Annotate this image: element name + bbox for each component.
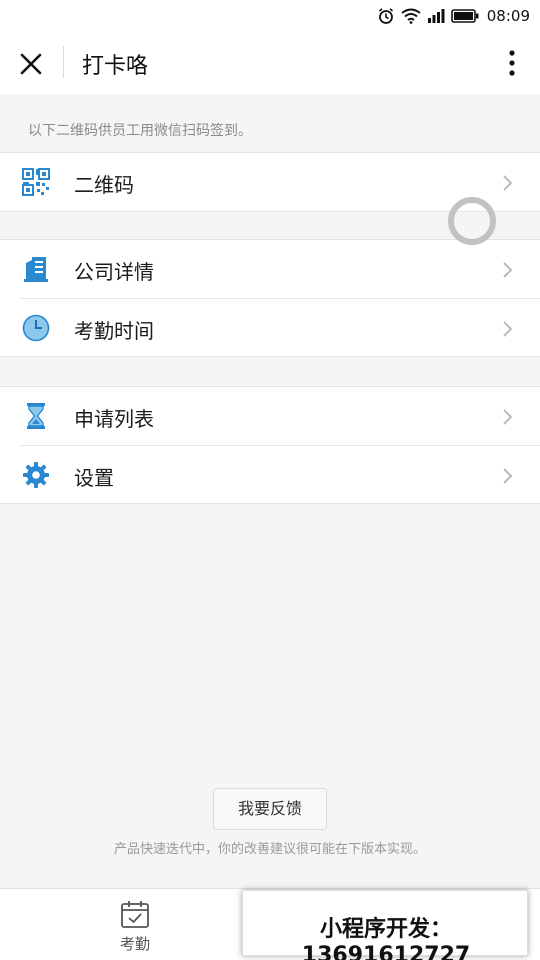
menu-item-label: 设置 (74, 466, 114, 490)
feedback-note: 产品快速迭代中，你的改善建议很可能在下版本实现。 (113, 842, 426, 857)
chevron-right-icon (503, 409, 513, 425)
promo-banner: 小程序开发：13691612727 (242, 890, 528, 960)
menu-item-attendance-time[interactable]: 考勤时间 (20, 298, 540, 356)
status-bar: 08:09 (0, 0, 540, 32)
alarm-icon (378, 8, 393, 24)
menu-group-applications: 申请列表 设置 (0, 386, 540, 504)
more-vertical-icon (509, 50, 515, 76)
clock-icon (22, 314, 50, 342)
app-header: 打卡咯 (0, 32, 540, 94)
chevron-right-icon (503, 321, 513, 337)
menu-item-company-details[interactable]: 公司详情 (0, 240, 540, 298)
loading-spinner (448, 197, 496, 245)
menu-item-settings[interactable]: 设置 (20, 445, 540, 503)
page-title: 打卡咯 (82, 54, 149, 79)
promo-text: 小程序开发：13691612727 (301, 917, 471, 960)
gear-icon (23, 462, 49, 488)
tab-label: 考勤 (119, 935, 150, 953)
qr-code-icon (22, 168, 50, 196)
menu-item-application-list[interactable]: 申请列表 (0, 387, 540, 445)
close-button[interactable] (16, 49, 46, 79)
more-menu-button[interactable] (502, 48, 522, 78)
status-time: 08:09 (486, 7, 530, 25)
hourglass-icon (27, 403, 45, 429)
signal-icon (427, 9, 445, 23)
chevron-right-icon (503, 175, 513, 191)
qr-tip-text: 以下二维码供员工用微信扫码签到。 (28, 123, 252, 139)
feedback-button[interactable]: 我要反馈 (213, 788, 327, 830)
status-icons: 08:09 (377, 6, 530, 26)
wifi-icon (401, 8, 421, 24)
menu-group-company: 公司详情 考勤时间 (0, 239, 540, 357)
menu-item-label: 二维码 (74, 173, 134, 197)
building-icon (24, 257, 48, 282)
chevron-right-icon (503, 468, 513, 484)
chevron-right-icon (503, 262, 513, 278)
close-icon (20, 53, 42, 75)
menu-item-label: 公司详情 (74, 260, 154, 284)
header-divider (63, 46, 64, 78)
menu-item-label: 考勤时间 (74, 319, 154, 343)
menu-item-label: 申请列表 (74, 407, 154, 431)
calendar-check-icon (121, 901, 149, 928)
battery-icon (450, 9, 479, 23)
tab-attendance[interactable]: 考勤 (104, 899, 166, 957)
